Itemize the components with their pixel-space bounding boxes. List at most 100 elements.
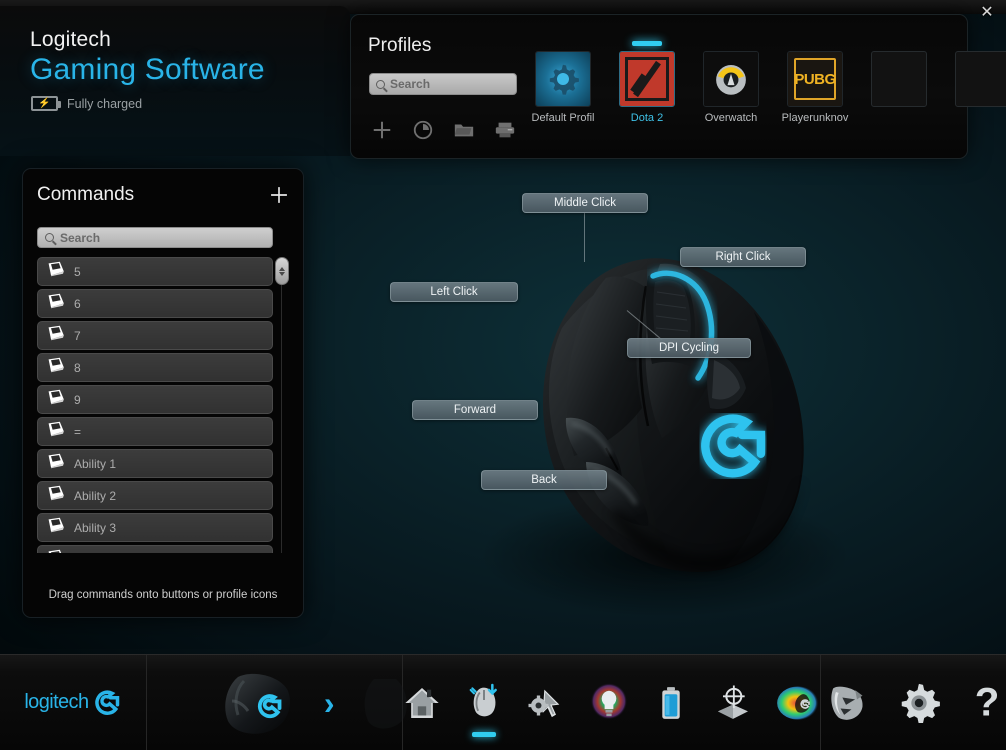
g703-mouse-icon[interactable] (214, 667, 306, 739)
profile-search-input[interactable]: Search (369, 73, 517, 95)
keycap-icon (44, 453, 66, 474)
command-list[interactable]: 5 6 7 8 9 = Ability 1 Ability 2 Ability 3 Ability… (37, 257, 273, 553)
search-icon (376, 79, 385, 89)
command-list-item[interactable]: 6 (37, 289, 273, 318)
pointer-settings-icon[interactable] (526, 683, 566, 723)
command-list-item[interactable]: 9 (37, 385, 273, 414)
chevron-up-icon (279, 266, 285, 271)
command-list-item[interactable]: = (37, 417, 273, 446)
command-search-input[interactable]: Search (37, 227, 273, 248)
command-label: 9 (74, 392, 81, 407)
page-title: Gaming Software (30, 53, 265, 86)
command-label: 6 (74, 296, 81, 311)
logitech-wordmark: logitech (24, 691, 89, 713)
device-carousel: › (147, 655, 407, 750)
lighting-icon[interactable] (588, 682, 630, 724)
command-list-item[interactable]: Ability 1 (37, 449, 273, 478)
arx-control-icon[interactable] (824, 681, 868, 725)
profile-item[interactable]: Dota 2 (613, 41, 681, 124)
battery-charging-icon: ⚡ (31, 96, 61, 111)
assignment-forward[interactable]: Forward (412, 400, 538, 420)
command-label: 7 (74, 328, 81, 343)
profile-item[interactable]: Default Profil (529, 51, 597, 124)
next-device-button[interactable]: › (324, 687, 335, 719)
toolbar-right-icons: ? (821, 655, 1006, 750)
lgs-window: ✕ Logitech Gaming Software ⚡ Fully charg… (0, 0, 1006, 750)
app-header: Logitech Gaming Software ⚡ Fully charged (0, 6, 350, 156)
profile-item-label: Dota 2 (630, 112, 664, 124)
gear-profile-icon[interactable] (535, 51, 591, 107)
profile-selected-indicator (632, 41, 662, 46)
toolbar-nav-icons (402, 655, 820, 750)
command-list-item[interactable]: 5 (37, 257, 273, 286)
assignment-left-click[interactable]: Left Click (390, 282, 518, 302)
command-list-item[interactable]: Ability 2 (37, 481, 273, 510)
settings-gear-icon[interactable] (896, 680, 942, 726)
keycap-icon (44, 357, 66, 378)
svg-text:?: ? (974, 680, 999, 724)
heatmap-icon[interactable] (776, 683, 820, 723)
profile-item-label: Playerunknov (781, 112, 849, 124)
keycap-icon (44, 421, 66, 442)
command-label: 8 (74, 360, 81, 375)
chevron-down-icon (279, 271, 285, 276)
command-search-placeholder: Search (60, 230, 101, 245)
logitech-brand-logo: logitech (0, 655, 146, 750)
open-profile-icon[interactable] (453, 119, 475, 141)
battery-status-label: Fully charged (67, 96, 143, 111)
keycap-icon (44, 261, 66, 282)
search-icon (45, 233, 54, 242)
keycap-icon (44, 293, 66, 314)
add-command-button[interactable] (269, 185, 289, 205)
profile-item[interactable] (865, 51, 933, 124)
command-list-item[interactable]: 7 (37, 321, 273, 350)
command-label: = (74, 424, 82, 439)
commands-hint: Drag commands onto buttons or profile ic… (48, 589, 278, 601)
surface-tuning-icon[interactable] (712, 683, 754, 723)
pubg-profile-icon[interactable]: PUBG (787, 51, 843, 107)
empty-profile-slot-icon[interactable] (955, 51, 1006, 107)
middle-click-leader (584, 213, 585, 262)
assignment-right-click[interactable]: Right Click (680, 247, 806, 267)
command-list-item[interactable]: Ability 3 (37, 513, 273, 542)
assignment-middle-click[interactable]: Middle Click (522, 193, 648, 213)
command-label: Ability 3 (74, 520, 117, 535)
dota2-profile-icon[interactable] (619, 51, 675, 107)
profiles-title: Profiles (368, 35, 432, 56)
add-profile-icon[interactable] (371, 119, 393, 141)
scrollbar-track (281, 257, 282, 553)
command-list-item[interactable]: Ability 4 (37, 545, 273, 553)
command-list-scrollbar[interactable] (275, 257, 289, 553)
profile-item-label: Default Profil (531, 112, 595, 124)
keycap-icon (44, 485, 66, 506)
command-label: Ability 1 (74, 456, 117, 471)
keycap-icon (44, 517, 66, 538)
active-tab-indicator (472, 732, 497, 737)
help-question-icon[interactable]: ? (970, 680, 1004, 726)
profile-item[interactable] (949, 51, 1006, 124)
logitech-g-icon (95, 689, 120, 715)
close-window-button[interactable]: ✕ (976, 2, 998, 24)
battery-icon[interactable] (652, 683, 690, 723)
command-list-item[interactable]: 8 (37, 353, 273, 382)
overwatch-profile-icon[interactable] (703, 51, 759, 107)
recent-profile-icon[interactable] (412, 119, 434, 141)
command-label: Ability 2 (74, 488, 117, 503)
print-profile-icon[interactable] (494, 119, 516, 141)
device-stage: Middle Click Right Click Left Click DPI … (320, 160, 1006, 750)
keycap-icon (44, 549, 66, 553)
home-icon[interactable] (402, 683, 442, 723)
scrollbar-thumb[interactable] (275, 257, 289, 285)
assignment-dpi-cycling[interactable]: DPI Cycling (627, 338, 751, 358)
mouse-customize-icon[interactable] (464, 680, 504, 720)
profile-toolbar (371, 119, 516, 141)
assignment-back[interactable]: Back (481, 470, 607, 490)
brand-name: Logitech (30, 28, 111, 51)
profile-search-placeholder: Search (390, 77, 431, 91)
commands-title: Commands (37, 184, 135, 205)
empty-profile-slot-icon[interactable] (871, 51, 927, 107)
profile-item-label: Overwatch (704, 112, 758, 124)
keycap-icon (44, 325, 66, 346)
profile-item[interactable]: Overwatch (697, 51, 765, 124)
profile-item[interactable]: PUBG Playerunknov (781, 51, 849, 124)
